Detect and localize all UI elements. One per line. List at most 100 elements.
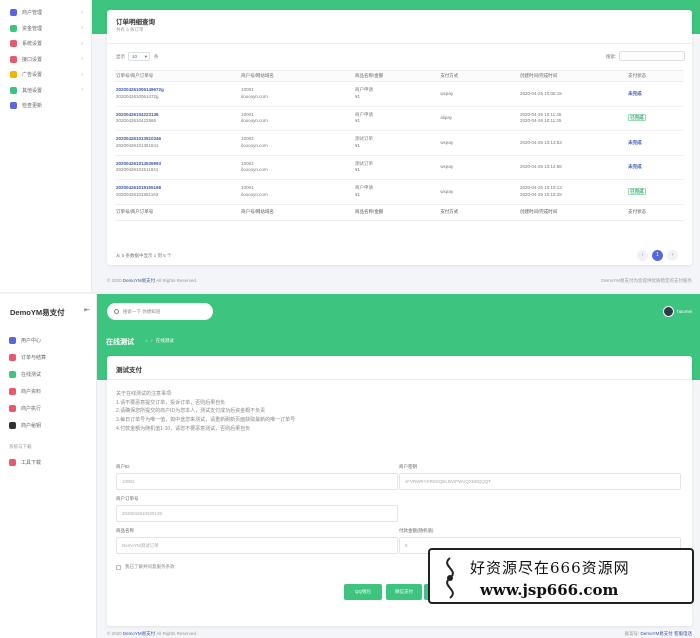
merchant-id-label: 商户ID — [116, 464, 130, 469]
column-header[interactable]: 创建时间/完成时间 — [518, 70, 628, 82]
sidebar-item[interactable]: 接口设置 › — [0, 52, 91, 68]
sidebar-item-label: 广告设置 — [22, 72, 43, 79]
ornament-icon — [446, 557, 454, 599]
product-label: 商品名称 — [116, 528, 134, 533]
sidebar-item[interactable]: 商户资料 — [0, 383, 97, 400]
finished-time: 2020-04-26 10:19:28 — [519, 191, 562, 197]
card-title: 测试支付 — [116, 367, 142, 374]
table-search-input[interactable] — [619, 51, 685, 61]
sidebar-item[interactable]: 用户中心 — [0, 332, 97, 349]
search-box[interactable]: 搜索一下 你想知道 — [107, 303, 213, 320]
agree-label: 我已了解并同意服务条款 — [125, 564, 175, 569]
merchant-order-id: 2020042610061472g — [116, 93, 159, 99]
table-row: 20200426104223136 2020042610422565 10001 il… — [115, 106, 684, 131]
status-badge: 未完成 — [628, 139, 642, 145]
wechat-pay-button[interactable]: 微信支付 — [386, 584, 422, 600]
note-line: 1.请不要恶意提交订单，投诉订单，否则后果自负 — [116, 399, 226, 406]
page-size-select[interactable]: 10 ▾ — [128, 52, 150, 61]
sidebar-item[interactable]: 在线测试 — [0, 366, 97, 383]
table-cell: 商户申请 ¥1 — [353, 179, 440, 205]
note-line: 关于在线测试的注意事项: — [116, 391, 173, 397]
amount: ¥1 — [354, 142, 360, 148]
pagination: ‹ 1 › — [637, 250, 678, 261]
menu-icon — [9, 405, 16, 412]
menu-icon — [10, 102, 17, 110]
menu-icon — [10, 40, 17, 48]
page-1-button[interactable]: 1 — [652, 250, 663, 261]
created-time: 2020-04-26 10:06:15 — [519, 90, 562, 96]
sidebar-group-label: 系统与下载 — [9, 444, 32, 449]
table-header-row: 订单号/商户订单号 商户号/网站域名 商品名称/金额 支付方式 创建时间/完成时间 支付状… — [115, 70, 684, 82]
sidebar-item[interactable]: 商户执行 — [0, 400, 97, 417]
sidebar-item[interactable]: 检查更新 — [0, 98, 91, 114]
brand-link[interactable]: DemoYM易支付 — [123, 278, 155, 283]
column-header[interactable]: 商户号/网站域名 — [240, 70, 354, 82]
sidebar-item[interactable]: 系统设置 › — [0, 36, 91, 52]
user-menu[interactable]: haomei — [663, 306, 692, 317]
amount: ¥1 — [354, 191, 360, 197]
brand-link[interactable]: DemoYM易支付 — [123, 631, 155, 636]
table-cell: 测试订单 ¥1 — [353, 130, 440, 156]
column-header[interactable]: 支付方式 — [439, 70, 519, 82]
sidebar-item[interactable]: 其他设置 › — [0, 83, 91, 99]
table-cell: 未完成 — [627, 130, 684, 156]
sidebar-item-label: 商户执行 — [21, 406, 42, 412]
prev-page-button[interactable]: ‹ — [637, 250, 648, 261]
collapse-icon[interactable]: ⇤ — [84, 306, 90, 314]
merchant-key-field[interactable]: xFVRWRYKRSXQELBVIPWVQXEBQQQT — [399, 473, 681, 490]
payment-method: wxpay — [440, 90, 454, 96]
column-header[interactable]: 商品名称/金额 — [353, 70, 440, 82]
sidebar-item[interactable]: 订单与结算 — [0, 349, 97, 366]
avatar[interactable] — [663, 306, 675, 317]
product-field[interactable]: DemoYM测试订单 — [116, 537, 398, 554]
column-header[interactable]: 订单号/商户订单号 — [115, 70, 241, 82]
table-cell: 10002 ilooooyn.com — [240, 155, 354, 180]
sidebar-item[interactable]: 商户管理 › — [0, 5, 91, 21]
table-cell: 测试订单 ¥1 — [353, 155, 440, 180]
merchant-order-id: 2020042610422565 — [116, 118, 157, 124]
table-cell: 202004261019155168 20200426101851163 — [115, 179, 241, 205]
sidebar-item[interactable]: 广告设置 › — [0, 67, 91, 83]
column-header[interactable]: 支付状态 — [627, 70, 684, 82]
sidebar-item[interactable]: 商户秘钥 — [0, 417, 97, 434]
table-cell: wxpay — [439, 130, 519, 156]
sidebar-item-label: 商户资料 — [21, 389, 42, 395]
status-badge: 未完成 — [628, 164, 642, 169]
table-cell: 10001 ilooooyn.com — [240, 179, 354, 205]
menu-icon — [10, 71, 17, 79]
agree-checkbox[interactable] — [116, 564, 121, 570]
agree-checkbox-row[interactable]: 我已了解并同意服务条款 — [116, 564, 175, 570]
watermark-stamp: 好资源尽在666资源网 www.jsp666.com — [428, 548, 694, 604]
sidebar-item[interactable]: 资金管理 › — [0, 21, 91, 37]
table-cell: 202004261014536993 20200426101511841 — [115, 155, 241, 180]
menu-icon — [10, 55, 17, 63]
watermark-line-2: www.jsp666.com — [480, 581, 619, 599]
sidebar-item[interactable]: 工具下载 — [0, 454, 97, 471]
brand-logo[interactable]: DemoYM易支付 — [10, 307, 65, 318]
amount: ¥1 — [354, 93, 360, 99]
table-cell: 未完成 — [627, 81, 684, 107]
merchant-key-label: 商户密钥 — [399, 464, 417, 469]
home-icon[interactable]: ⌂ — [145, 338, 148, 343]
breadcrumb-separator: › — [150, 338, 153, 343]
contact-link[interactable]: DemoYM易支付 客服电话 — [640, 631, 692, 636]
status-badge: 已完成 — [628, 114, 646, 121]
menu-icon — [9, 459, 16, 466]
divider — [107, 43, 692, 44]
menu-icon — [9, 337, 16, 344]
table-cell: 2020-04-26 10:13:53 — [518, 130, 628, 156]
table-cell: 2020-04-26 10:14:58 — [518, 155, 628, 180]
next-page-button[interactable]: › — [667, 250, 678, 261]
menu-icon — [10, 86, 17, 94]
merchant-id-field[interactable]: 10002 — [116, 473, 398, 490]
order-no-field[interactable]: 2020042610229139 — [116, 505, 398, 522]
sidebar: DemoYM易支付 ⇤ 用户中心 订单与结算 在线测试商户资料商户执行商户秘钥系统与… — [0, 294, 97, 638]
copyright-prefix: © 2020 — [107, 278, 123, 283]
copyright-prefix: © 2020 — [107, 631, 123, 636]
copyright-suffix: All Rights Reserved. — [155, 631, 198, 636]
user-name[interactable]: haomei — [677, 309, 692, 314]
chevron-right-icon: › — [81, 87, 83, 94]
qq-pay-button[interactable]: QQ钱包 — [344, 584, 382, 600]
table-cell: wxpay — [439, 81, 519, 107]
search-input[interactable]: 搜索一下 你想知道 — [123, 309, 160, 315]
